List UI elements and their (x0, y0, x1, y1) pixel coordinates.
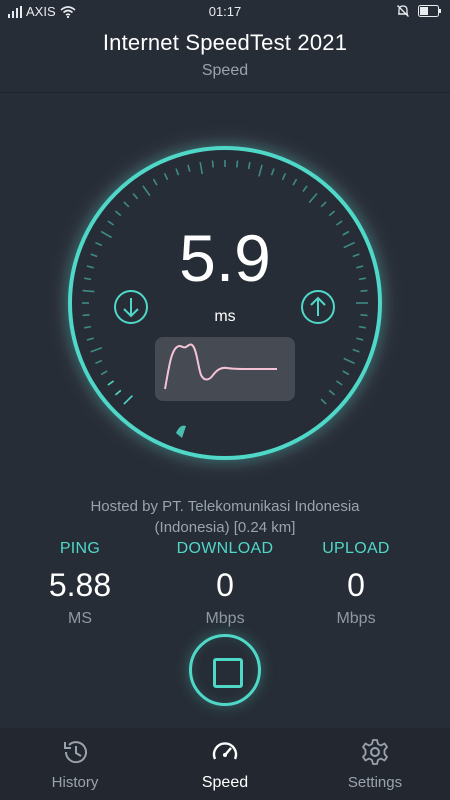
bottom-nav: History Speed Settings (0, 728, 450, 800)
results-stats: PING 5.88 MS DOWNLOAD 0 Mbps UPLOAD 0 Mb… (0, 540, 450, 640)
stat-download-unit: Mbps (205, 610, 245, 627)
gauge-tick (236, 160, 239, 168)
stat-upload-label: UPLOAD (322, 540, 390, 557)
stat-download-label: DOWNLOAD (176, 540, 274, 557)
arrow-up-circle-icon (301, 290, 335, 324)
history-icon (64, 741, 87, 764)
stop-icon (213, 658, 243, 688)
nav-label-speed: Speed (201, 774, 249, 791)
stat-ping-label: PING (59, 540, 101, 557)
server-host: Hosted by PT. Telekomunikasi Indonesia (… (0, 496, 450, 538)
gauge-value: 5.9 (179, 221, 271, 295)
speed-graph-line (164, 343, 277, 390)
gauge-dial (43, 121, 407, 485)
stat-upload-value: 0 (347, 567, 365, 603)
nav-item-speed[interactable]: Speed (150, 728, 300, 800)
stop-test-button[interactable] (189, 634, 261, 706)
host-line-1: Hosted by PT. Telekomunikasi Indonesia (90, 498, 360, 515)
speed-gauge: 5.9 ms (40, 118, 410, 488)
nav-label-history: History (51, 774, 99, 791)
battery-icon (418, 5, 441, 17)
gear-icon (362, 739, 388, 765)
stat-download-value: 0 (216, 567, 234, 603)
speedometer-icon (212, 742, 238, 760)
speed-graph (155, 337, 295, 401)
status-time: 01:17 (208, 4, 242, 19)
stat-upload-unit: Mbps (336, 610, 376, 627)
page-subtitle: Speed (201, 62, 249, 79)
host-line-2: (Indonesia) [0.24 km] (154, 519, 296, 536)
stat-ping-value: 5.88 (48, 567, 112, 603)
arrow-down-circle-icon (114, 290, 148, 324)
stat-download: DOWNLOAD 0 Mbps (150, 540, 300, 628)
stat-upload: UPLOAD 0 Mbps (281, 540, 431, 628)
app-title: Internet SpeedTest 2021 (102, 30, 348, 55)
status-right (396, 4, 442, 18)
stat-ping: PING 5.88 MS (5, 540, 155, 628)
header-divider (0, 92, 450, 93)
nav-item-settings[interactable]: Settings (300, 728, 450, 800)
alarm-muted-icon (397, 5, 409, 17)
gauge-unit: ms (214, 308, 236, 325)
stat-ping-unit: MS (68, 610, 92, 627)
nav-label-settings: Settings (347, 774, 403, 791)
gauge-tick (211, 160, 214, 168)
status-bar: AXIS 01:17 (0, 0, 450, 24)
nav-item-history[interactable]: History (0, 728, 150, 800)
app-header: Internet SpeedTest 2021 Speed (0, 30, 450, 80)
